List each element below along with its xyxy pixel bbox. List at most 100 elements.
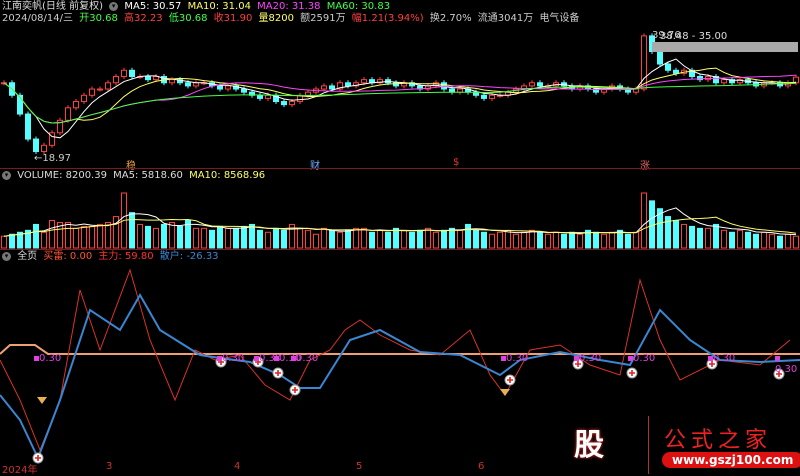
- volume-bar: [409, 231, 415, 249]
- candle-body: [321, 85, 327, 90]
- volume-bar: [465, 223, 471, 249]
- candle-body: [657, 51, 663, 65]
- signal-label: 0.30: [574, 353, 601, 364]
- volume-bar: [417, 229, 423, 249]
- volume-bar: [473, 229, 479, 249]
- candle-body: [537, 82, 543, 87]
- indicator-header: ▾ 全页 买雷: 0.00 主力: 59.80 散户: -26.33: [2, 251, 222, 263]
- volume-bar: [305, 229, 311, 249]
- volume-bar: [217, 225, 223, 249]
- marker-dollar[interactable]: $: [453, 157, 459, 168]
- volume-bar: [777, 235, 783, 249]
- volume-bar: [297, 227, 303, 249]
- volume-bar: [457, 229, 463, 249]
- ma60-line: [3, 82, 797, 124]
- volume-bar: [561, 233, 567, 249]
- volume-bar: [697, 227, 703, 249]
- stock-chart[interactable]: [0, 0, 800, 474]
- volume-bar: [257, 229, 263, 249]
- candle-body: [225, 85, 231, 90]
- volume-bar: [489, 233, 495, 249]
- candle-body: [113, 76, 119, 84]
- volume-header: ▾ VOLUME: 8200.39 MA5: 5818.60 MA10: 856…: [2, 170, 268, 182]
- volume-bar: [769, 233, 775, 249]
- indicator-settings-icon[interactable]: ▾: [2, 251, 11, 261]
- signal-label: 0.30: [501, 353, 528, 364]
- volume-bar: [505, 229, 511, 249]
- volume-bar: [225, 227, 231, 249]
- volume-bar: [369, 231, 375, 249]
- candle-body: [73, 101, 79, 109]
- candle-body: [257, 94, 263, 99]
- divider: [0, 168, 800, 169]
- volume-bar: [713, 223, 719, 249]
- volume-bar: [737, 229, 743, 249]
- candle-body: [97, 88, 103, 91]
- volume-bar: [41, 231, 47, 249]
- volume-bar: [425, 227, 431, 249]
- volume-bar: [177, 225, 183, 249]
- divider: [0, 249, 800, 250]
- indicator-name[interactable]: 全页: [17, 251, 37, 262]
- volume-bar: [449, 227, 455, 249]
- volume-bar: [633, 231, 639, 249]
- candle-body: [289, 101, 295, 106]
- volume-bar: [9, 233, 15, 249]
- volume-bar: [65, 221, 71, 249]
- volume-bar: [593, 231, 599, 249]
- volume-bar: [401, 229, 407, 249]
- volume-bar: [481, 231, 487, 249]
- candle-body: [721, 79, 727, 84]
- candle-body: [25, 113, 31, 140]
- logo-url: www.gszj100.com: [662, 452, 800, 468]
- volume-bar: [241, 225, 247, 249]
- candle-body: [265, 94, 271, 99]
- candle-body: [281, 101, 287, 106]
- candle-body: [129, 69, 135, 78]
- candle-body: [449, 88, 455, 93]
- volume-bar: [129, 212, 135, 249]
- x-label-4: 4: [234, 461, 241, 472]
- signal-label: 0.30: [34, 353, 61, 364]
- candle-body: [89, 88, 95, 96]
- volume-bar: [249, 223, 255, 249]
- volume-bar: [337, 231, 343, 249]
- volume-bar: [673, 220, 679, 249]
- candle-body: [673, 69, 679, 74]
- volume-bar: [209, 229, 215, 249]
- volume-bar: [721, 229, 727, 249]
- volume-bar: [609, 231, 615, 249]
- volume-bar: [313, 233, 319, 249]
- signal-label: 0.30: [291, 353, 318, 364]
- candle-body: [361, 79, 367, 84]
- logo-name: 公式之家: [664, 428, 773, 453]
- volume-value: VOLUME: 8200.39: [17, 170, 107, 181]
- marker-finance[interactable]: 财: [310, 157, 320, 172]
- volume-bar: [273, 227, 279, 249]
- volume-bar: [377, 229, 383, 249]
- volume-bar: [625, 233, 631, 249]
- volume-bar: [345, 229, 351, 249]
- candle-body: [529, 82, 535, 87]
- volume-bar: [785, 233, 791, 249]
- price-range-label: 38.48 - 35.00: [660, 31, 728, 42]
- volume-bar: [433, 231, 439, 249]
- volume-bar: [545, 233, 551, 249]
- volume-bar: [705, 227, 711, 249]
- volume-bar: [681, 223, 687, 249]
- signal-label: 0.30: [708, 353, 735, 364]
- volume-bar: [73, 227, 79, 249]
- volume-bar: [601, 233, 607, 249]
- marker-rise[interactable]: 涨: [640, 157, 650, 172]
- x-label-5: 5: [356, 461, 363, 472]
- volume-bar: [529, 229, 535, 249]
- candle-body: [241, 88, 247, 93]
- candle-body: [329, 85, 335, 90]
- volume-settings-icon[interactable]: ▾: [2, 170, 11, 180]
- volume-bar: [49, 220, 55, 249]
- volume-bar: [793, 235, 799, 249]
- candle-body: [33, 138, 39, 153]
- low-price-label: ←18.97: [34, 153, 72, 164]
- diamond-signal-icon: [37, 397, 47, 404]
- volume-bar: [81, 225, 87, 249]
